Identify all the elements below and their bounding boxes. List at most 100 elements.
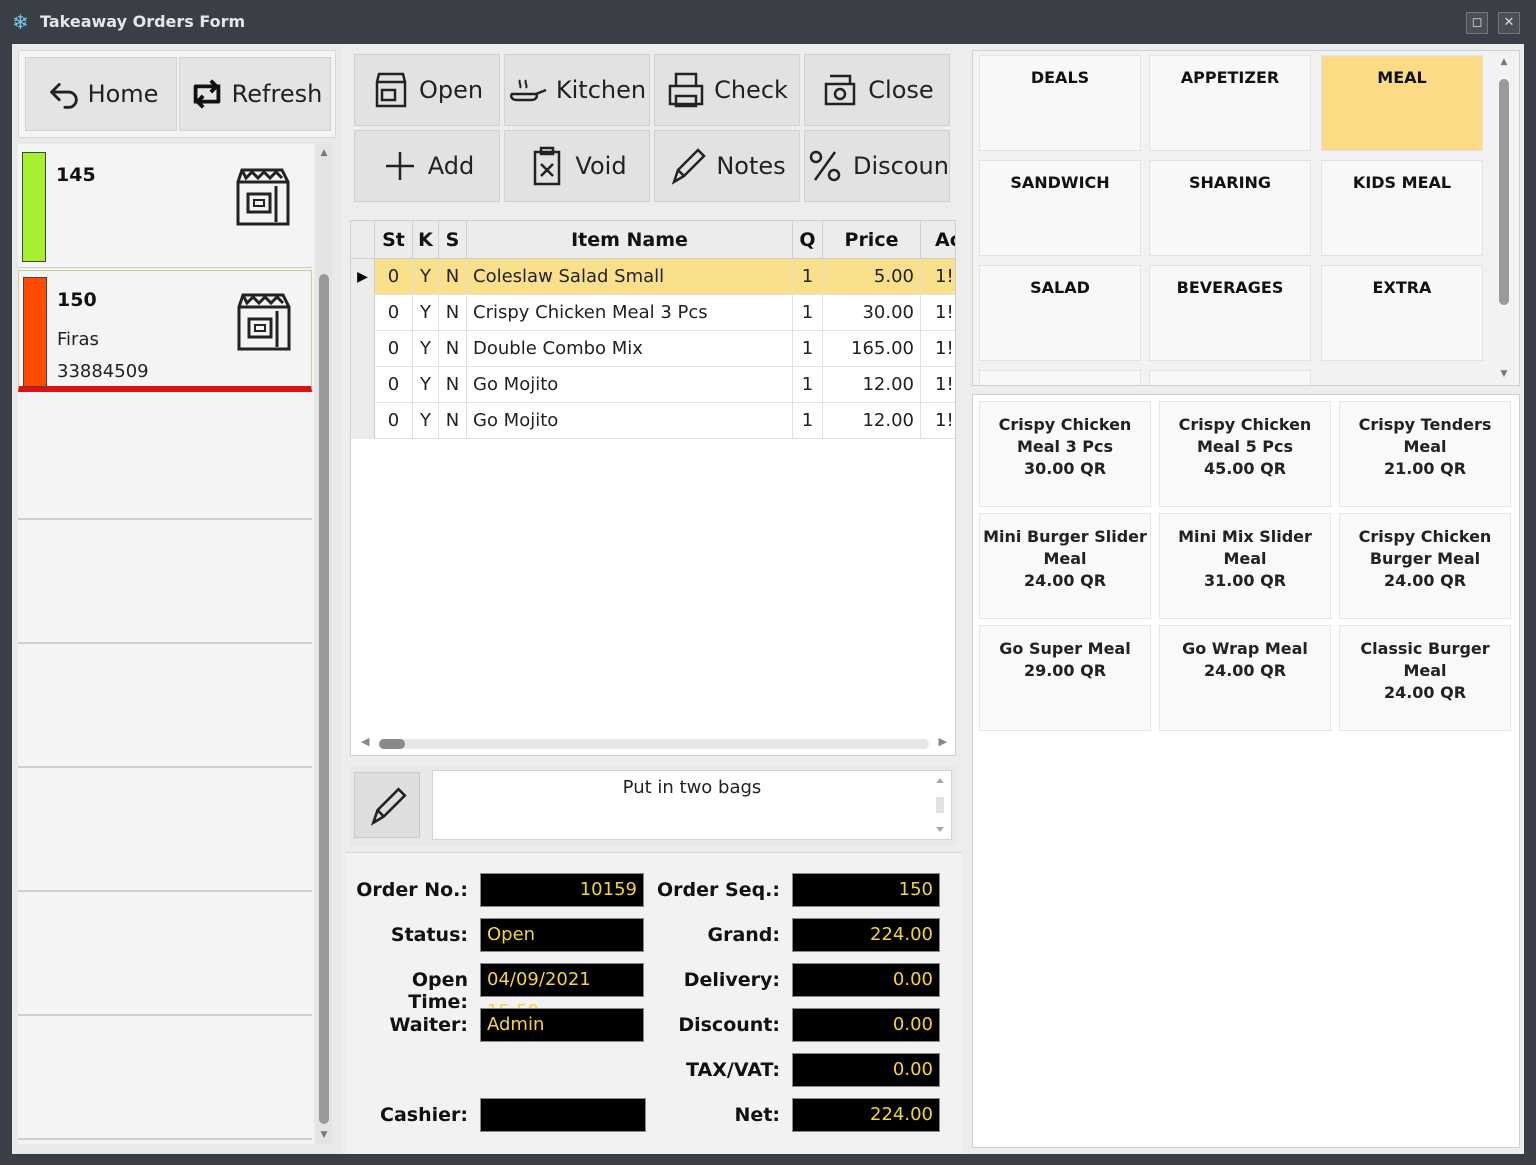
- menu-item[interactable]: Go Wrap Meal 24.00 QR: [1159, 625, 1331, 731]
- order-card-150[interactable]: 150 Firas 33884509: [18, 270, 312, 392]
- order-card-145[interactable]: 145: [18, 146, 312, 268]
- menu-item[interactable]: Crispy Chicken Meal 3 Pcs 30.00 QR: [979, 401, 1151, 507]
- open-button[interactable]: Open: [354, 54, 500, 126]
- category-sandwich[interactable]: SANDWICH: [979, 160, 1141, 256]
- scroll-up-arrow-icon[interactable]: ▲: [1495, 57, 1513, 67]
- row-indicator: [351, 331, 375, 367]
- refresh-button[interactable]: Refresh: [179, 57, 331, 131]
- menu-item[interactable]: Crispy Tenders Meal 21.00 QR: [1339, 401, 1511, 507]
- menu-item[interactable]: Mini Mix Slider Meal 31.00 QR: [1159, 513, 1331, 619]
- form-content: Home Refresh 145 150 Firas 33884509 ▲ ▼ …: [12, 44, 1524, 1154]
- menu-item[interactable]: Classic Burger Meal 24.00 QR: [1339, 625, 1511, 731]
- category-meal[interactable]: MEAL: [1321, 55, 1483, 151]
- scroll-down-arrow-icon[interactable]: ▼: [1495, 369, 1513, 379]
- empty-order-slot[interactable]: [18, 520, 312, 644]
- category-list: DEALS APPETIZER MEAL SANDWICH SHARING KI…: [972, 50, 1520, 386]
- pen-icon: [370, 787, 407, 826]
- menu-item-price: 21.00 QR: [1383, 459, 1467, 478]
- menu-item[interactable]: Mini Burger Slider Meal 24.00 QR: [979, 513, 1151, 619]
- category-salad[interactable]: SALAD: [979, 265, 1141, 361]
- menu-item-name: Classic Burger: [1360, 639, 1490, 658]
- empty-order-slot[interactable]: [18, 644, 312, 768]
- scroll-track[interactable]: [379, 739, 929, 749]
- col-item-name[interactable]: Item Name: [467, 221, 793, 259]
- empty-order-slot[interactable]: [18, 768, 312, 892]
- scroll-left-arrow-icon[interactable]: ◀: [361, 735, 369, 748]
- scroll-thumb[interactable]: [1499, 79, 1509, 305]
- cell-st: 0: [375, 331, 413, 367]
- empty-order-slot[interactable]: [18, 1016, 312, 1140]
- table-row[interactable]: 0 Y N Crispy Chicken Meal 3 Pcs 1 30.00 …: [351, 295, 955, 331]
- notes-button[interactable]: Notes: [654, 130, 800, 202]
- order-seq-label: Order Seq.:: [657, 879, 780, 901]
- row-indicator: [351, 403, 375, 439]
- category-sharing[interactable]: SHARING: [1149, 160, 1311, 256]
- table-row[interactable]: 0 Y N Double Combo Mix 1 165.00 1!: [351, 331, 955, 367]
- void-label: Void: [575, 152, 627, 180]
- col-ac[interactable]: Ac: [921, 221, 955, 259]
- table-row[interactable]: 0 Y N Go Mojito 1 12.00 1!: [351, 367, 955, 403]
- kitchen-button[interactable]: Kitchen: [504, 54, 650, 126]
- category-scrollbar[interactable]: ▲ ▼: [1495, 55, 1513, 381]
- void-button[interactable]: Void: [504, 130, 650, 202]
- check-button[interactable]: Check: [654, 54, 800, 126]
- cash-register-icon: [825, 74, 856, 106]
- category-extra-sauce-free[interactable]: EXTRA SAUCE FREE: [1149, 370, 1311, 385]
- empty-order-slot[interactable]: [18, 396, 312, 520]
- close-window-button[interactable]: ✕: [1498, 12, 1520, 34]
- menu-item-name: Mini Mix Slider: [1178, 527, 1312, 546]
- back-arrow-icon: [49, 83, 78, 109]
- row-indicator: [351, 295, 375, 331]
- category-appetizer[interactable]: APPETIZER: [1149, 55, 1311, 151]
- col-q[interactable]: Q: [793, 221, 823, 259]
- scroll-thumb[interactable]: [319, 274, 329, 1124]
- edit-notes-button[interactable]: [354, 772, 420, 838]
- category-extra[interactable]: EXTRA: [1321, 265, 1483, 361]
- col-price[interactable]: Price: [823, 221, 921, 259]
- grid-horizontal-scrollbar[interactable]: ◀ ▶: [359, 735, 949, 751]
- scroll-down-arrow-icon[interactable]: ▼: [316, 1130, 332, 1140]
- close-order-button[interactable]: Close: [804, 54, 950, 126]
- order-status-strip: [23, 277, 47, 387]
- category-kids-meal[interactable]: KIDS MEAL: [1321, 160, 1483, 256]
- table-row[interactable]: 0 Y N Go Mojito 1 12.00 1!: [351, 403, 955, 439]
- action-buttons: Open Kitchen Check Close Add Void Notes …: [350, 50, 956, 206]
- nav-bar: Home Refresh: [18, 50, 336, 138]
- col-st[interactable]: St: [375, 221, 413, 259]
- scroll-thumb[interactable]: [379, 739, 405, 749]
- category-sauces[interactable]: SAUCES: [979, 370, 1141, 385]
- cell-item-name: Crispy Chicken Meal 3 Pcs: [467, 295, 793, 331]
- add-button[interactable]: Add: [354, 130, 500, 202]
- cell-s: N: [439, 367, 467, 403]
- col-k[interactable]: K: [413, 221, 439, 259]
- table-row[interactable]: ▶ 0 Y N Coleslaw Salad Small 1 5.00 1!: [351, 259, 955, 295]
- menu-item-name-line2: Burger Meal: [1369, 549, 1481, 568]
- category-deals[interactable]: DEALS: [979, 55, 1141, 151]
- discount-button[interactable]: Discoun: [804, 130, 950, 202]
- scroll-up-arrow-icon[interactable]: ▲: [316, 148, 332, 158]
- cell-st: 0: [375, 367, 413, 403]
- orders-scrollbar[interactable]: ▲ ▼: [316, 144, 332, 1144]
- menu-item[interactable]: Go Super Meal 29.00 QR: [979, 625, 1151, 731]
- discount-label: Discoun: [853, 152, 949, 180]
- menu-item[interactable]: Crispy Chicken Burger Meal 24.00 QR: [1339, 513, 1511, 619]
- home-button[interactable]: Home: [25, 57, 177, 131]
- menu-item[interactable]: Crispy Chicken Meal 5 Pcs 45.00 QR: [1159, 401, 1331, 507]
- grand-field: 224.00: [792, 918, 940, 952]
- cell-k: Y: [413, 295, 439, 331]
- notes-scrollbar[interactable]: [933, 775, 947, 835]
- menu-item-name: Go Wrap Meal: [1182, 639, 1308, 658]
- menu-item-name-line2: Meal: [1403, 437, 1447, 456]
- scroll-right-arrow-icon[interactable]: ▶: [939, 735, 947, 748]
- cell-q: 1: [793, 367, 823, 403]
- order-number: 145: [56, 164, 96, 186]
- category-beverages[interactable]: BEVERAGES: [1149, 265, 1311, 361]
- order-notes-field[interactable]: Put in two bags: [432, 770, 952, 840]
- window-title: Takeaway Orders Form: [40, 12, 246, 31]
- order-number: 150: [57, 289, 97, 311]
- orders-list: 145 150 Firas 33884509: [18, 144, 314, 1144]
- cell-q: 1: [793, 259, 823, 295]
- col-s[interactable]: S: [439, 221, 467, 259]
- empty-order-slot[interactable]: [18, 892, 312, 1016]
- restore-button[interactable]: ◻: [1466, 12, 1488, 34]
